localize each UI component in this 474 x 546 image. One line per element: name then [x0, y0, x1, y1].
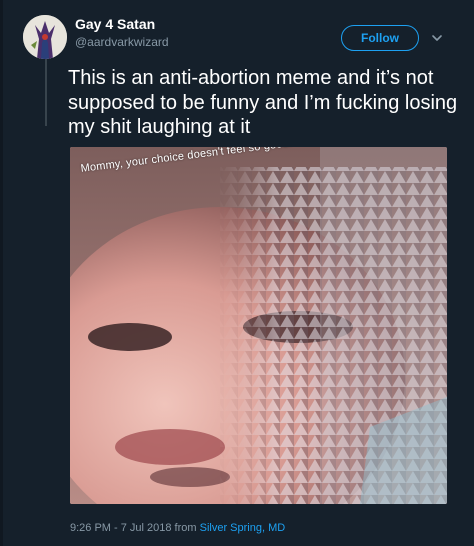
user-handle[interactable]: @aardvarkwizard [75, 35, 169, 49]
left-rail [0, 0, 3, 546]
avatar-image [23, 15, 67, 59]
follow-button[interactable]: Follow [341, 25, 419, 51]
display-name[interactable]: Gay 4 Satan [75, 16, 155, 32]
chevron-down-icon[interactable] [430, 31, 444, 45]
location-link[interactable]: Silver Spring, MD [200, 522, 286, 534]
avatar[interactable] [23, 15, 67, 59]
tweet-timestamp: 9:26 PM - 7 Jul 2018 from Silver Spring,… [70, 522, 285, 534]
meme-image [70, 147, 447, 504]
tweet-media[interactable]: Mommy, your choice doesn't feel so good. [70, 147, 447, 504]
timestamp-text[interactable]: 9:26 PM - 7 Jul 2018 from [70, 522, 197, 534]
thread-line [45, 56, 47, 126]
tweet-text: This is an anti-abortion meme and it’s n… [68, 67, 458, 138]
